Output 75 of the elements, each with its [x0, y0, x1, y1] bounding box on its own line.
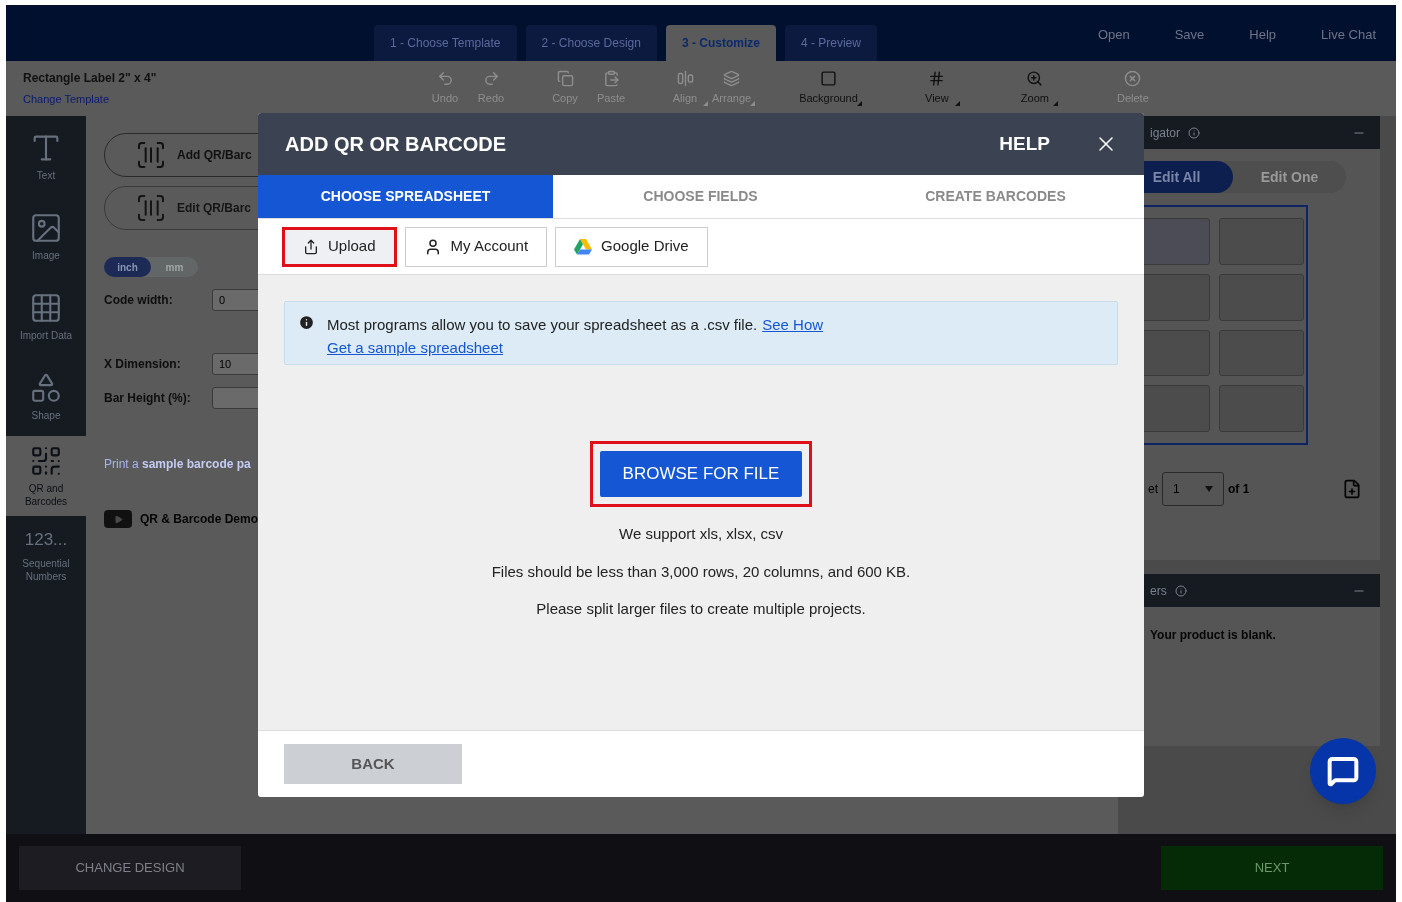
layers-icon	[723, 70, 741, 88]
back-button[interactable]: BACK	[284, 744, 462, 784]
sheet-count: of 1	[1228, 481, 1250, 498]
step-tab[interactable]: 2 - Choose Design	[525, 25, 657, 61]
barcode-edit-icon	[135, 192, 167, 224]
sidebar-item[interactable]: Shape	[6, 356, 86, 436]
dialog-tab[interactable]: CHOOSE SPREADSHEET	[258, 175, 553, 218]
info-icon	[298, 314, 315, 331]
unit-toggle[interactable]: mm	[151, 257, 198, 277]
video-play-icon	[104, 510, 132, 528]
sheet-label: et	[1148, 481, 1158, 498]
delete-icon	[1124, 70, 1142, 88]
copy-icon	[556, 70, 574, 88]
source-button[interactable]: My Account	[404, 226, 548, 267]
source-button[interactable]: Upload	[282, 226, 397, 267]
field-label: Bar Height (%):	[104, 390, 192, 407]
field-label: Code width:	[104, 292, 174, 309]
grid-icon	[928, 70, 946, 88]
dropdown-corner-icon	[1052, 100, 1058, 106]
toolbar-button[interactable]: Background	[795, 70, 862, 107]
add-page-icon[interactable]	[1342, 479, 1362, 499]
sheet-select[interactable]: 1	[1162, 472, 1224, 506]
dropdown-corner-icon	[750, 100, 756, 106]
help-link[interactable]: HELP	[999, 129, 1050, 159]
paste-icon	[602, 70, 620, 88]
rectangle-icon	[820, 70, 837, 88]
panel-title: igator	[1150, 124, 1181, 142]
change-design-button[interactable]: CHANGE DESIGN	[19, 846, 241, 890]
next-button[interactable]: NEXT	[1161, 846, 1383, 890]
barcode-icon	[135, 139, 167, 171]
field-label: X Dimension:	[104, 356, 182, 373]
see-how-link[interactable]: See How	[762, 313, 824, 336]
sidebar-item[interactable]: QR and Barcodes	[6, 436, 86, 516]
redo-icon	[482, 70, 500, 88]
toolbar-button[interactable]: View	[913, 70, 960, 107]
panel-title: ers	[1150, 582, 1167, 600]
chat-icon	[1327, 755, 1359, 787]
source-button[interactable]: Google Drive	[555, 226, 708, 267]
qr-code-icon	[29, 444, 63, 478]
info-icon	[1188, 126, 1201, 139]
sample-spreadsheet-link[interactable]: Get a sample spreadsheet	[327, 336, 824, 359]
header-link[interactable]: Live Chat	[1321, 25, 1376, 45]
caret-icon	[1205, 486, 1213, 492]
change-template-link[interactable]: Change Template	[23, 91, 406, 108]
demo-link[interactable]: QR & Barcode Demo	[140, 510, 259, 528]
sidebar-item[interactable]: Import Data	[6, 276, 86, 356]
unit-toggle[interactable]: inch	[104, 257, 151, 277]
drive-icon	[574, 238, 593, 255]
zoom-in-icon	[1026, 70, 1044, 88]
step-tab[interactable]: 4 - Preview	[784, 25, 877, 61]
template-title: Rectangle Label 2" x 4"	[23, 70, 158, 88]
sidebar-item[interactable]: Text	[6, 116, 86, 196]
header-link[interactable]: Save	[1174, 25, 1205, 45]
dropdown-corner-icon	[856, 100, 862, 106]
file-note: Please split larger files to create multiple projects.	[536, 599, 866, 619]
empty-message: Your product is blank.	[1150, 627, 1277, 644]
step-tab[interactable]: 3 - Customize	[665, 25, 776, 61]
toolbar-button[interactable]: Zoom	[1011, 70, 1058, 107]
dropdown-corner-icon	[703, 100, 708, 106]
browse-button[interactable]: BROWSE FOR FILE	[600, 451, 802, 497]
info-text: Most programs allow you to save your spreadsheet as a .csv file.	[327, 315, 758, 335]
file-note: We support xls, xlsx, csv	[619, 524, 783, 544]
upload-icon	[303, 238, 319, 255]
file-note: Files should be less than 3,000 rows, 20 columns, and 600 KB.	[491, 561, 911, 582]
sidebar-item[interactable]: Image	[6, 196, 86, 276]
sidebar-item[interactable]: 123... Sequential Numbers	[6, 516, 86, 596]
undo-icon	[436, 70, 454, 88]
mode-toggle[interactable]: Edit One	[1233, 161, 1346, 193]
header-link[interactable]: Help	[1249, 25, 1277, 45]
dialog-tab[interactable]: CHOOSE FIELDS	[553, 175, 848, 218]
dropdown-corner-icon	[954, 100, 960, 106]
step-tab[interactable]: 1 - Choose Template	[374, 25, 517, 61]
align-icon	[676, 70, 694, 88]
info-icon	[1174, 584, 1187, 597]
header-link[interactable]: Open	[1097, 25, 1130, 45]
